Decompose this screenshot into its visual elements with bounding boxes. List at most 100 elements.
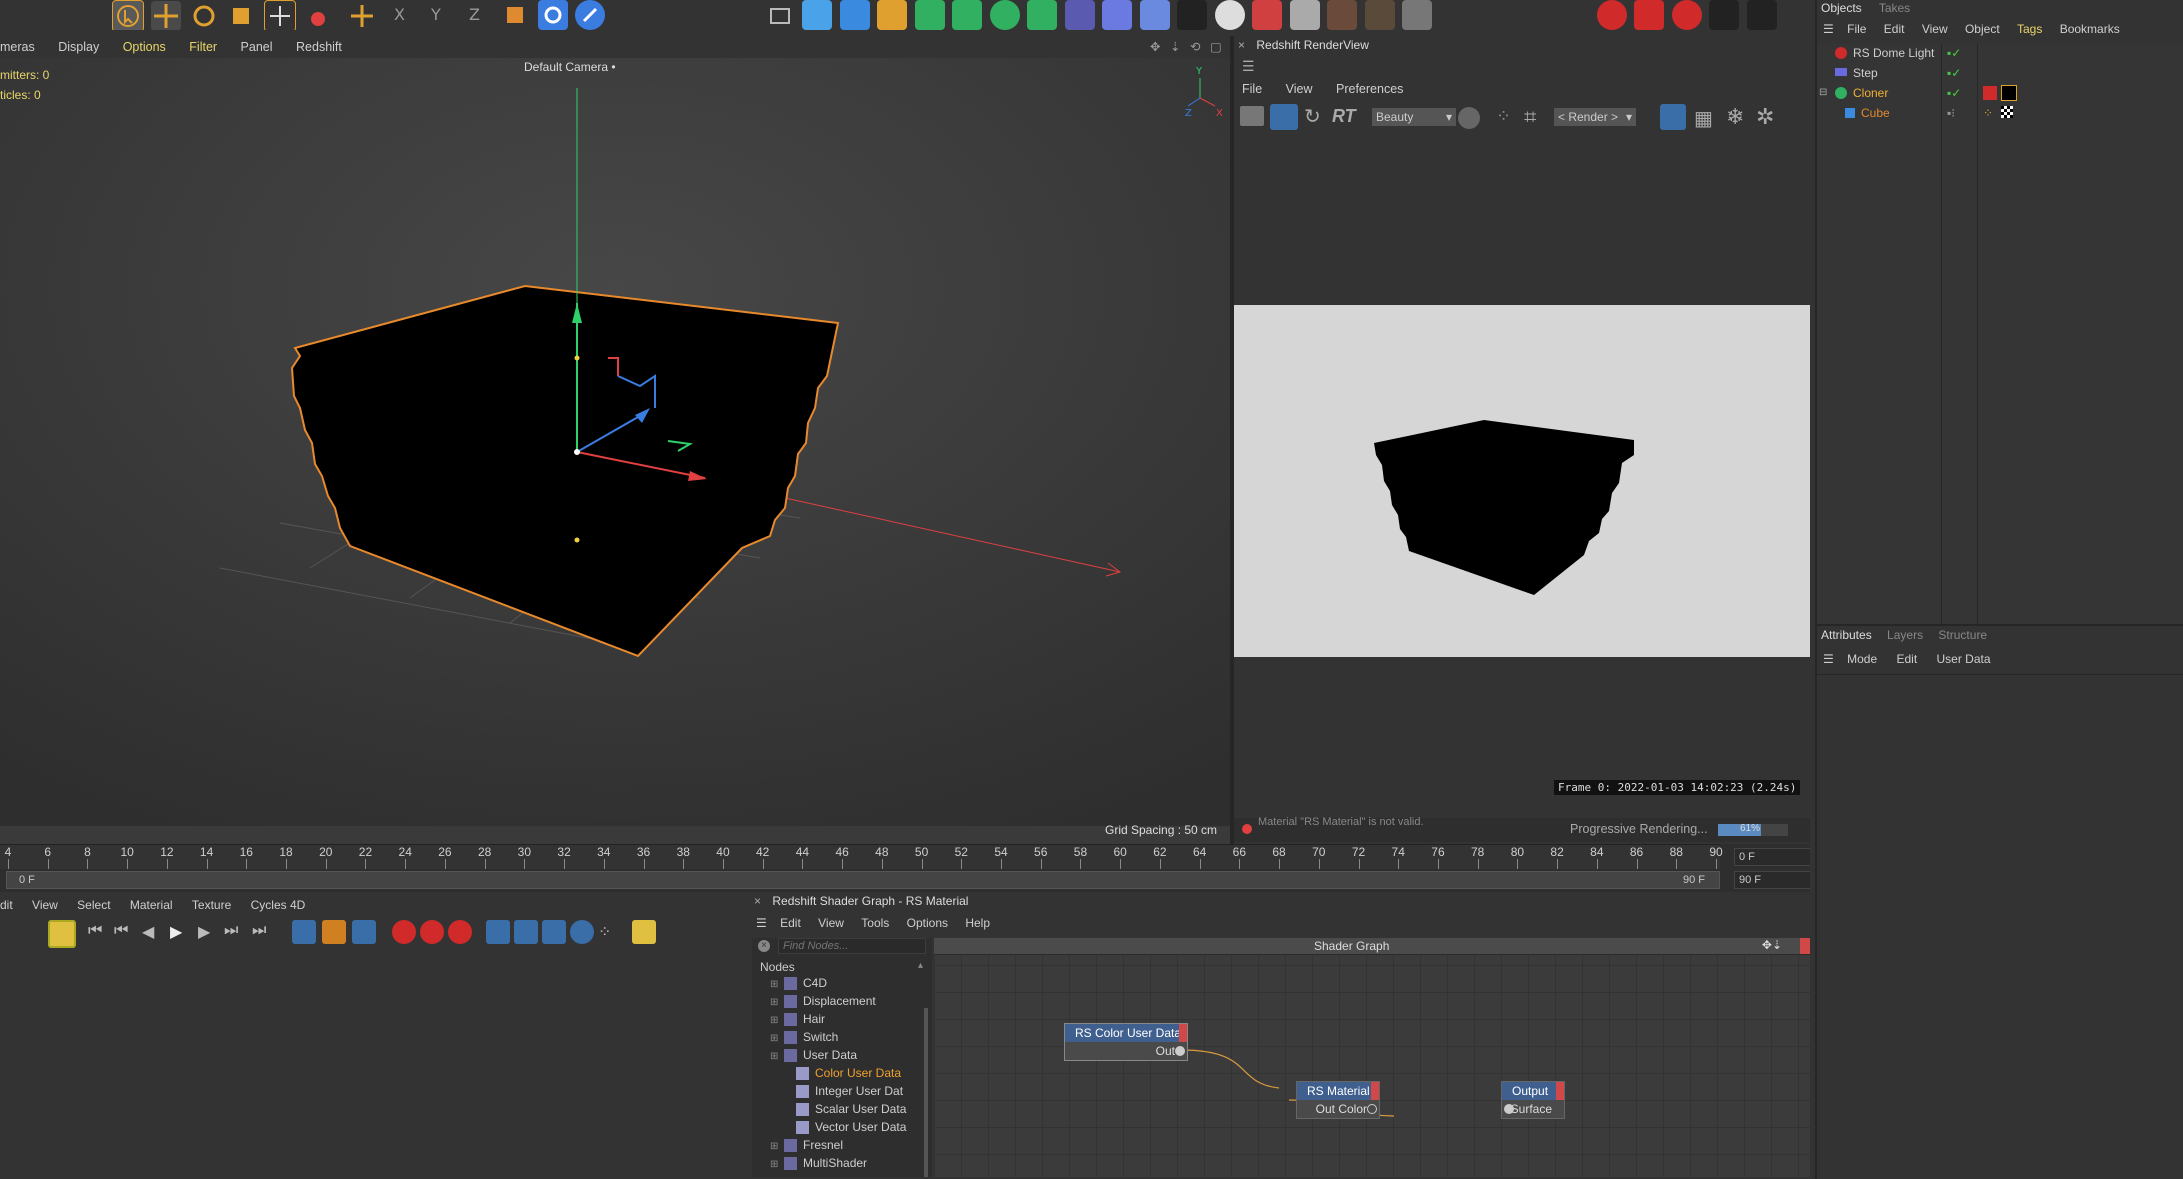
rv-menu-preferences[interactable]: Preferences [1336,78,1403,100]
playback-range-icon[interactable] [322,920,346,944]
object-row-cloner[interactable]: ⊟ Cloner ▪✓ [1817,84,2183,102]
checkmark-icon[interactable]: ▪✓ [1947,44,1961,62]
clapboard-icon[interactable] [1709,0,1740,30]
subdivision-icon[interactable] [914,0,945,30]
close-icon[interactable]: × [754,894,761,908]
port-out-color-dot[interactable] [1367,1104,1377,1114]
object-row-dome-light[interactable]: RS Dome Light ▪✓ [1817,44,2183,62]
node-rs-material[interactable]: RS Material Out Color [1296,1081,1380,1119]
render-image[interactable] [1234,305,1810,657]
snowflake-alt-icon[interactable]: ✲ [1756,104,1774,130]
goto-start-icon[interactable]: ⏮ [88,922,102,940]
visibility-icon[interactable]: ▪⁝ [1947,104,1955,122]
spline-icon[interactable] [802,0,833,30]
rs-light-icon[interactable] [1597,0,1627,30]
next-frame-icon[interactable]: ▶ [198,922,210,942]
coordinate-system-icon[interactable] [500,0,530,30]
tab-attributes[interactable]: Attributes [1821,628,1872,642]
checkmark-icon[interactable]: ▪✓ [1947,64,1961,82]
dots-icon[interactable]: ⁘ [1496,106,1511,127]
prev-key-icon[interactable]: ⏮ [114,922,128,940]
close-icon[interactable]: × [1238,38,1245,52]
attr-menu-edit[interactable]: Edit [1896,648,1917,670]
material-swatch-icon[interactable] [48,920,76,948]
sg-menu-tools[interactable]: Tools [861,912,889,934]
viewport-canvas[interactable]: Y X Z [0,58,1230,826]
node-output[interactable]: Output Surface [1501,1081,1565,1119]
mm-menu-select[interactable]: Select [77,894,110,916]
material-tag-icon[interactable] [2001,85,2017,101]
rotate-tool-icon[interactable] [189,1,219,30]
hamburger-icon[interactable]: ☰ [1823,648,1834,670]
menu-cameras[interactable]: meras [0,36,35,58]
node-search-input[interactable] [778,938,926,954]
tree-scrollbar[interactable] [924,1008,928,1177]
node-close-icon[interactable] [1179,1024,1187,1042]
goto-end-icon[interactable]: ⏭ [252,922,266,940]
om-menu-object[interactable]: Object [1965,18,2000,40]
current-frame-field[interactable]: 0 F [1734,848,1810,866]
pan-icon[interactable]: ✥ [1150,40,1160,54]
render-to-picture-viewer-icon[interactable] [1746,0,1777,30]
render-select[interactable]: < Render > ▾ [1554,108,1636,126]
select-tool-icon[interactable] [112,0,144,30]
key-scale-icon[interactable] [542,920,566,944]
tab-layers[interactable]: Layers [1887,628,1923,642]
key-position-icon[interactable] [486,920,510,944]
om-menu-bookmarks[interactable]: Bookmarks [2060,18,2120,40]
sg-menu-view[interactable]: View [818,912,844,934]
aov-select[interactable]: Beauty ▾ [1372,108,1456,126]
checker-tag-icon[interactable] [2001,106,2013,118]
recent-tool-icon[interactable] [303,1,333,30]
node-tree-item[interactable]: ⊞ Displacement [752,992,922,1010]
node-tree-item[interactable]: ⊞ Fresnel [752,1136,922,1154]
node-tree-item[interactable]: ⊞ MultiShader [752,1154,922,1172]
node-tree-item[interactable]: Scalar User Data [752,1100,922,1118]
timeline-ruler[interactable]: 4 6 8 10 12 14 16 18 20 22 24 26 28 30 32 34 36 38 40 42 44 4… [0,844,1723,869]
mm-menu-cycles4d[interactable]: Cycles 4D [251,894,306,916]
menu-display[interactable]: Display [58,36,99,58]
node-tree-item[interactable]: Integer User Dat [752,1082,922,1100]
render-view-icon[interactable] [575,0,606,30]
om-menu-edit[interactable]: Edit [1884,18,1905,40]
hamburger-icon[interactable]: ☰ [1823,18,1834,40]
next-key-icon[interactable]: ⏭ [224,922,238,940]
object-row-cube[interactable]: Cube ▪⁝ ⁘ [1817,104,2183,122]
paint-icon[interactable] [1364,0,1395,30]
refresh-icon[interactable]: ↻ [1304,104,1321,129]
cloner-icon[interactable] [989,0,1020,30]
z-axis-lock-icon[interactable]: Z [463,0,493,30]
om-menu-tags[interactable]: Tags [2017,18,2042,40]
crop-icon[interactable]: ⌗ [1524,104,1536,130]
download-icon[interactable] [1402,0,1433,30]
loop-icon[interactable] [292,920,316,944]
node-tree-item[interactable]: Vector User Data [752,1118,922,1136]
end-frame-field[interactable]: 90 F [1734,871,1810,889]
rgb-channel-icon[interactable] [1458,107,1480,129]
hamburger-menu-icon[interactable]: ☰ [1242,58,1255,75]
snowflake-icon[interactable]: ❄ [1726,104,1744,130]
clear-search-icon[interactable]: × [758,940,770,952]
autokey-icon[interactable] [420,920,444,944]
render-start-icon[interactable] [1270,104,1298,130]
render-settings-icon[interactable] [537,0,568,30]
menu-redshift[interactable]: Redshift [296,36,342,58]
pen-icon[interactable] [877,0,908,30]
scale-tool-icon[interactable] [226,1,256,30]
deformer-icon[interactable] [1064,0,1095,30]
maximize-icon[interactable]: ▢ [1210,40,1222,54]
node-close-icon[interactable] [1556,1082,1564,1100]
x-axis-lock-icon[interactable]: X [388,0,418,30]
move-tool-icon[interactable] [151,1,182,30]
expand-icon[interactable]: ⊞ [770,1156,784,1174]
grid-view-icon[interactable]: ▦ [1694,106,1713,131]
orbit-icon[interactable]: ⟲ [1190,40,1200,54]
mograph-icon[interactable] [1027,0,1058,30]
zoom-icon[interactable]: ⇣ [1170,40,1180,54]
lock-icon[interactable] [1660,104,1686,130]
node-tree-item[interactable]: ⊞ User Data [752,1046,922,1064]
object-row-step[interactable]: Step ▪✓ [1817,64,2183,82]
attr-menu-user-data[interactable]: User Data [1937,648,1991,670]
clapboard-icon[interactable] [1240,106,1264,126]
shader-graph-canvas[interactable]: Shader Graph ✥⇣ RS Color User Data Out R… [934,938,1810,1177]
